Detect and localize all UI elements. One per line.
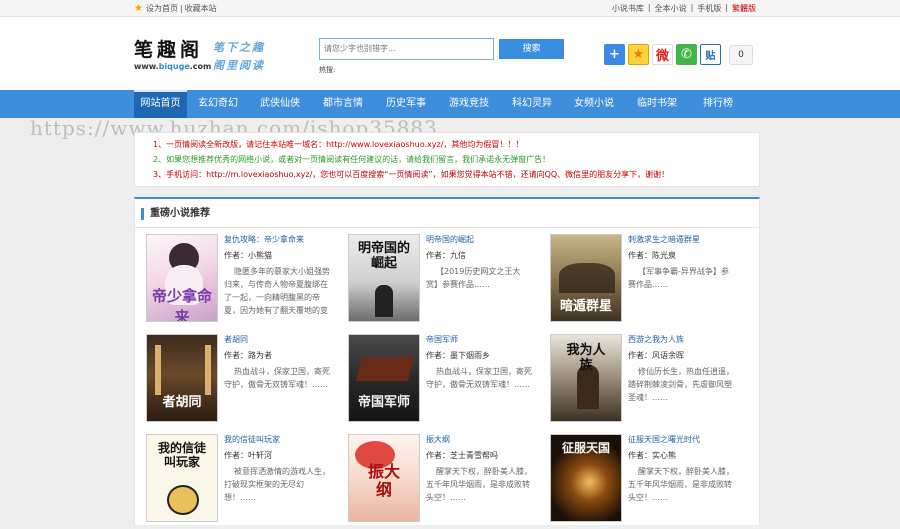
book-item[interactable]: 者胡同 者胡同 作者：路为者 热血战斗，保家卫国，寄死守护，傲骨无双铸军魂！…… bbox=[146, 334, 346, 426]
nav-history[interactable]: 历史军事 bbox=[375, 90, 437, 118]
top-bar-right: 小说书库 | 全本小说 | 手机版 | 繁體版 bbox=[610, 3, 758, 14]
book-cover[interactable]: 帝国军师 bbox=[348, 334, 420, 422]
top-bar-left: ★ 设为首页 | 收藏本站 bbox=[134, 3, 219, 14]
top-link-traditional[interactable]: 繁體版 bbox=[732, 3, 756, 14]
book-item[interactable]: 帝少拿命来 复仇攻略：帝少拿命来 作者：小熊猫 隐匿多年的慕家大小姐强势归来，与… bbox=[146, 234, 346, 326]
qzone-icon[interactable]: ★ bbox=[628, 44, 649, 65]
nav-female[interactable]: 女频小说 bbox=[563, 90, 625, 118]
book-author: 作者：路为者 bbox=[224, 351, 272, 360]
book-cover[interactable]: 征服天国 bbox=[550, 434, 622, 522]
book-author: 作者：芝士青雪帮吗 bbox=[426, 451, 498, 460]
main-nav: 网站首页 玄幻奇幻 武侠仙侠 都市言情 历史军事 游戏竞技 科幻灵异 女频小说 … bbox=[0, 90, 900, 118]
book-cover[interactable]: 者胡同 bbox=[146, 334, 218, 422]
book-cover[interactable]: 振大纲 bbox=[348, 434, 420, 522]
star-icon: ★ bbox=[134, 2, 143, 14]
notice-box: 1、一页情阅读全新改版，请记住本站唯一域名：http://www.lovexia… bbox=[134, 132, 760, 187]
search-button[interactable]: 搜索 bbox=[499, 39, 564, 59]
book-author: 作者：墨下烟雨乡 bbox=[426, 351, 490, 360]
book-item[interactable]: 我为人族 西游之我为人族 作者：风语余晖 修仙历长生，热血任逍遥，踏碎荆棘凌剑骨… bbox=[550, 334, 750, 426]
search-input[interactable]: 请您少字也别错字... bbox=[319, 38, 494, 60]
book-item[interactable]: 振大纲 振大纲 作者：芝士青雪帮吗 醒掌天下权，醉卧美人膝，五千年风华烟雨，是非… bbox=[348, 434, 548, 526]
book-author: 作者：风语余晖 bbox=[628, 351, 684, 360]
share-count: 0 bbox=[729, 44, 753, 65]
book-cover[interactable]: 我的信徒叫玩家 bbox=[146, 434, 218, 522]
book-title[interactable]: 者胡同 bbox=[224, 334, 248, 345]
top-link-complete[interactable]: 全本小说 bbox=[655, 3, 687, 14]
wechat-icon[interactable]: ✆ bbox=[676, 44, 697, 65]
book-cover[interactable]: 暗遁群星 bbox=[550, 234, 622, 322]
bookmark-link[interactable]: 收藏本站 bbox=[185, 3, 217, 14]
book-title[interactable]: 刺激求生之暗遁群星 bbox=[628, 234, 700, 245]
site-header: 笔趣阁 www.biquge.com 笔下之趣 阁里阅读 请您少字也别错字...… bbox=[0, 17, 900, 90]
top-bar: ★ 设为首页 | 收藏本站 小说书库 | 全本小说 | 手机版 | 繁體版 bbox=[0, 0, 900, 17]
separator: | bbox=[179, 4, 183, 13]
weibo-icon[interactable]: 微 bbox=[652, 44, 673, 65]
section-divider bbox=[135, 227, 759, 228]
site-logo[interactable]: 笔趣阁 bbox=[134, 35, 203, 62]
book-desc: 被意挥洒激情的游戏人生，打破现实框架的无尽幻想！…… bbox=[224, 467, 330, 502]
nav-ranking[interactable]: 排行榜 bbox=[689, 90, 747, 118]
book-cover[interactable]: 我为人族 bbox=[550, 334, 622, 422]
book-item[interactable]: 帝国军师 帝国军师 作者：墨下烟雨乡 热血战斗，保家卫国，寄死守护，傲骨无双铸军… bbox=[348, 334, 548, 426]
book-cover[interactable]: 明帝国的崛起 bbox=[348, 234, 420, 322]
site-url: www.biquge.com bbox=[134, 62, 212, 71]
book-desc: 【2019历史网文之王大赏】参赛作品…… bbox=[426, 267, 521, 289]
nav-bookshelf[interactable]: 临时书架 bbox=[625, 90, 689, 118]
notice-line-3[interactable]: 3、手机访问：http://m.lovexiaoshuo.xyz/，您也可以百度… bbox=[153, 167, 759, 182]
separator: | bbox=[690, 3, 694, 12]
tieba-icon[interactable]: 贴 bbox=[700, 44, 721, 65]
nav-fantasy[interactable]: 玄幻奇幻 bbox=[187, 90, 249, 118]
separator: | bbox=[647, 3, 651, 12]
book-desc: 醒掌天下权，醉卧美人膝，五千年风华烟雨，是非成败转头空！…… bbox=[628, 467, 734, 502]
book-author: 作者：九信 bbox=[426, 251, 466, 260]
recommend-section: 重磅小说推荐 帝少拿命来 复仇攻略：帝少拿命来 作者：小熊猫 隐匿多年的慕家大小… bbox=[134, 197, 760, 525]
notice-line-1: 1、一页情阅读全新改版，请记住本站唯一域名：http://www.lovexia… bbox=[153, 140, 524, 149]
book-item[interactable]: 暗遁群星 刺激求生之暗遁群星 作者：陈光泉 【军事争霸-异界战争】参赛作品…… bbox=[550, 234, 750, 326]
book-title[interactable]: 振大纲 bbox=[426, 434, 450, 445]
book-author: 作者：实心熊 bbox=[628, 451, 676, 460]
book-desc: 修仙历长生，热血任逍遥，踏碎荆棘凌剑骨，先虐御风塑圣魂！…… bbox=[628, 367, 734, 402]
book-desc: 热血战斗，保家卫国，寄死守护，傲骨无双铸军魂！…… bbox=[224, 367, 330, 389]
book-desc: 【军事争霸-异界战争】参赛作品…… bbox=[628, 267, 729, 289]
nav-wuxia[interactable]: 武侠仙侠 bbox=[249, 90, 311, 118]
book-item[interactable]: 我的信徒叫玩家 我的信徒叫玩家 作者：叶轩河 被意挥洒激情的游戏人生，打破现实框… bbox=[146, 434, 346, 526]
hot-search-label: 热搜: bbox=[319, 66, 336, 74]
book-author: 作者：叶轩河 bbox=[224, 451, 272, 460]
book-title[interactable]: 明帝国的崛起 bbox=[426, 234, 474, 245]
book-title[interactable]: 帝国军师 bbox=[426, 334, 458, 345]
notice-line-2: 2、如果您想推荐优秀的网络小说，或者对一页情阅读有任何建议的话，请给我们留言，我… bbox=[153, 155, 551, 164]
book-item[interactable]: 明帝国的崛起 明帝国的崛起 作者：九信 【2019历史网文之王大赏】参赛作品…… bbox=[348, 234, 548, 326]
book-title[interactable]: 征服天国之曙光时代 bbox=[628, 434, 700, 445]
separator: | bbox=[725, 3, 728, 12]
top-link-library[interactable]: 小说书库 bbox=[612, 3, 644, 14]
book-desc: 隐匿多年的慕家大小姐强势归来，与传奇人物帝夏腹绑在了一起，一向精明腹黑的帝夏，因… bbox=[224, 267, 330, 315]
book-author: 作者：小熊猫 bbox=[224, 251, 272, 260]
book-cover[interactable]: 帝少拿命来 bbox=[146, 234, 218, 322]
book-desc: 醒掌天下权，醉卧美人膝，五千年风华烟雨，是非成败转头空！…… bbox=[426, 467, 532, 502]
section-title: 重磅小说推荐 bbox=[141, 208, 210, 220]
set-home-link[interactable]: 设为首页 bbox=[146, 3, 178, 14]
nav-home[interactable]: 网站首页 bbox=[134, 90, 187, 118]
book-item[interactable]: 征服天国 征服天国之曙光时代 作者：实心熊 醒掌天下权，醉卧美人膝，五千年风华烟… bbox=[550, 434, 750, 526]
book-title[interactable]: 我的信徒叫玩家 bbox=[224, 434, 280, 445]
book-author: 作者：陈光泉 bbox=[628, 251, 676, 260]
book-desc: 热血战斗，保家卫国，寄死守护，傲骨无双铸军魂！…… bbox=[426, 367, 532, 389]
nav-scifi[interactable]: 科幻灵异 bbox=[501, 90, 563, 118]
share-bar: + ★ 微 ✆ 贴 0 bbox=[604, 44, 753, 65]
nav-games[interactable]: 游戏竞技 bbox=[437, 90, 501, 118]
top-link-mobile[interactable]: 手机版 bbox=[697, 3, 721, 14]
slogan-line-2: 阁里阅读 bbox=[213, 59, 265, 72]
book-title[interactable]: 复仇攻略：帝少拿命来 bbox=[224, 234, 304, 245]
slogan-line-1: 笔下之趣 bbox=[213, 41, 265, 54]
book-title[interactable]: 西游之我为人族 bbox=[628, 334, 684, 345]
share-more-icon[interactable]: + bbox=[604, 44, 625, 65]
nav-urban[interactable]: 都市言情 bbox=[311, 90, 375, 118]
